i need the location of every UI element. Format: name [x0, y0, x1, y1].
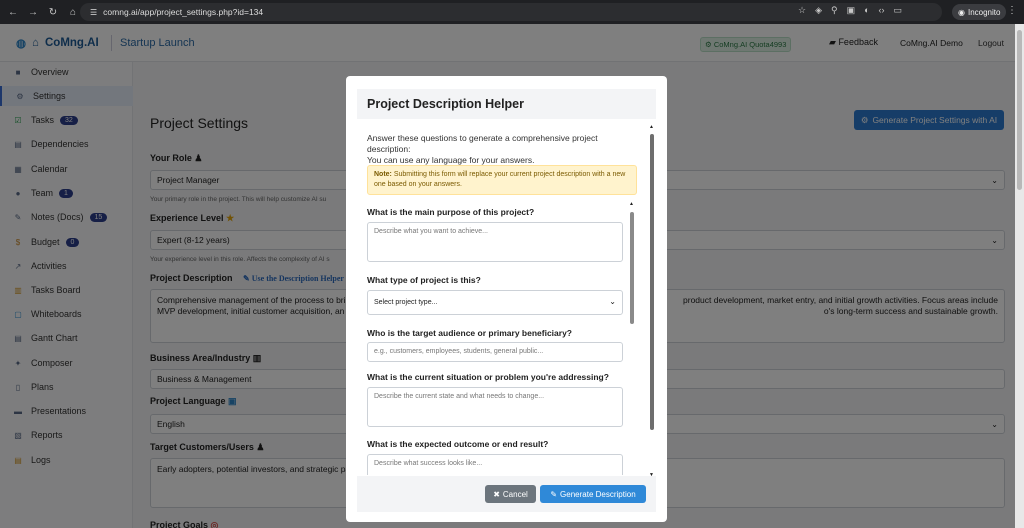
placeholder-text: Describe what you want to achieve... [374, 228, 489, 235]
modal-intro: Answer these questions to generate a com… [367, 133, 637, 166]
intro-text: description: [367, 144, 411, 154]
intro-text: Answer these questions to generate a com… [367, 133, 598, 143]
url-text: comng.ai/app/project_settings.php?id=134 [103, 7, 264, 17]
modal-header: Project Description Helper [357, 89, 656, 119]
purpose-textarea[interactable]: Describe what you want to achieve... [367, 222, 623, 262]
question-label: What is the expected outcome or end resu… [367, 439, 549, 449]
outcome-textarea[interactable]: Describe what success looks like... [367, 454, 623, 475]
home-icon[interactable]: ⌂ [66, 7, 80, 18]
note-text: Submitting this form will replace your c… [374, 171, 626, 188]
project-type-select[interactable]: Select project type... ⌄ [367, 290, 623, 315]
modal-footer: ✖ Cancel ✎ Generate Description [357, 476, 656, 512]
question-label: What type of project is this? [367, 275, 481, 285]
devtools-icon[interactable]: ‹› [879, 5, 885, 16]
back-icon[interactable]: ← [6, 7, 20, 18]
modal-body: Answer these questions to generate a com… [357, 123, 649, 475]
generate-description-button[interactable]: ✎ Generate Description [540, 485, 646, 503]
modal-scrollbar[interactable]: ▲ ▼ [649, 124, 656, 478]
close-icon: ✖ [493, 489, 500, 499]
extension-icon[interactable]: ▣ [847, 5, 856, 16]
forward-icon[interactable]: → [26, 7, 40, 18]
site-info-icon[interactable]: ☰ [90, 8, 97, 17]
reload-icon[interactable]: ↻ [46, 7, 60, 18]
description-helper-modal: Project Description Helper Answer these … [346, 76, 667, 522]
warning-note: Note: Submitting this form will replace … [367, 165, 637, 195]
bookmark-star-icon[interactable]: ☆ [798, 5, 806, 16]
question-label: What is the main purpose of this project… [367, 207, 535, 217]
page-scrollbar[interactable] [1015, 24, 1024, 528]
scroll-up-icon[interactable]: ▲ [629, 201, 634, 207]
situation-textarea[interactable]: Describe the current state and what need… [367, 387, 623, 427]
scroll-up-icon[interactable]: ▲ [649, 124, 654, 130]
placeholder-text: Describe the current state and what need… [374, 393, 545, 400]
modal-title: Project Description Helper [367, 97, 524, 111]
question-label: Who is the target audience or primary be… [367, 328, 572, 338]
magic-wand-icon: ✎ [550, 489, 558, 499]
incognito-badge[interactable]: ◉ Incognito [952, 4, 1007, 20]
split-view-icon[interactable]: ▭ [894, 5, 903, 16]
browser-chrome: ← → ↻ ⌂ ☰ comng.ai/app/project_settings.… [0, 0, 1024, 24]
select-placeholder: Select project type... [374, 299, 438, 306]
cancel-button[interactable]: ✖ Cancel [485, 485, 536, 503]
placeholder-text: e.g., customers, employees, students, ge… [374, 348, 544, 355]
question-label: What is the current situation or problem… [367, 372, 609, 382]
incognito-label: Incognito [967, 7, 1001, 17]
extension-icon[interactable]: ◐ [864, 5, 869, 16]
note-label: Note: [374, 171, 392, 178]
placeholder-text: Describe what success looks like... [374, 460, 483, 467]
generate-label: Generate Description [560, 489, 636, 499]
extension-icon[interactable]: ◈ [815, 5, 822, 16]
audience-input[interactable]: e.g., customers, employees, students, ge… [367, 342, 623, 362]
scrollbar-thumb[interactable] [630, 212, 634, 324]
scrollbar-thumb[interactable] [1017, 30, 1022, 190]
cancel-label: Cancel [502, 489, 528, 499]
questions-scrollbar[interactable]: ▲ [629, 201, 635, 475]
extension-icon[interactable]: ⚲ [831, 5, 838, 16]
chevron-down-icon: ⌄ [609, 297, 616, 306]
incognito-icon: ◉ [958, 7, 965, 17]
browser-menu-icon[interactable]: ⋮ [1007, 5, 1017, 16]
browser-toolbar-icons: ☆ ◈ ⚲ ▣ ◐ ‹› ▭ [798, 5, 902, 16]
scrollbar-thumb[interactable] [650, 134, 654, 430]
